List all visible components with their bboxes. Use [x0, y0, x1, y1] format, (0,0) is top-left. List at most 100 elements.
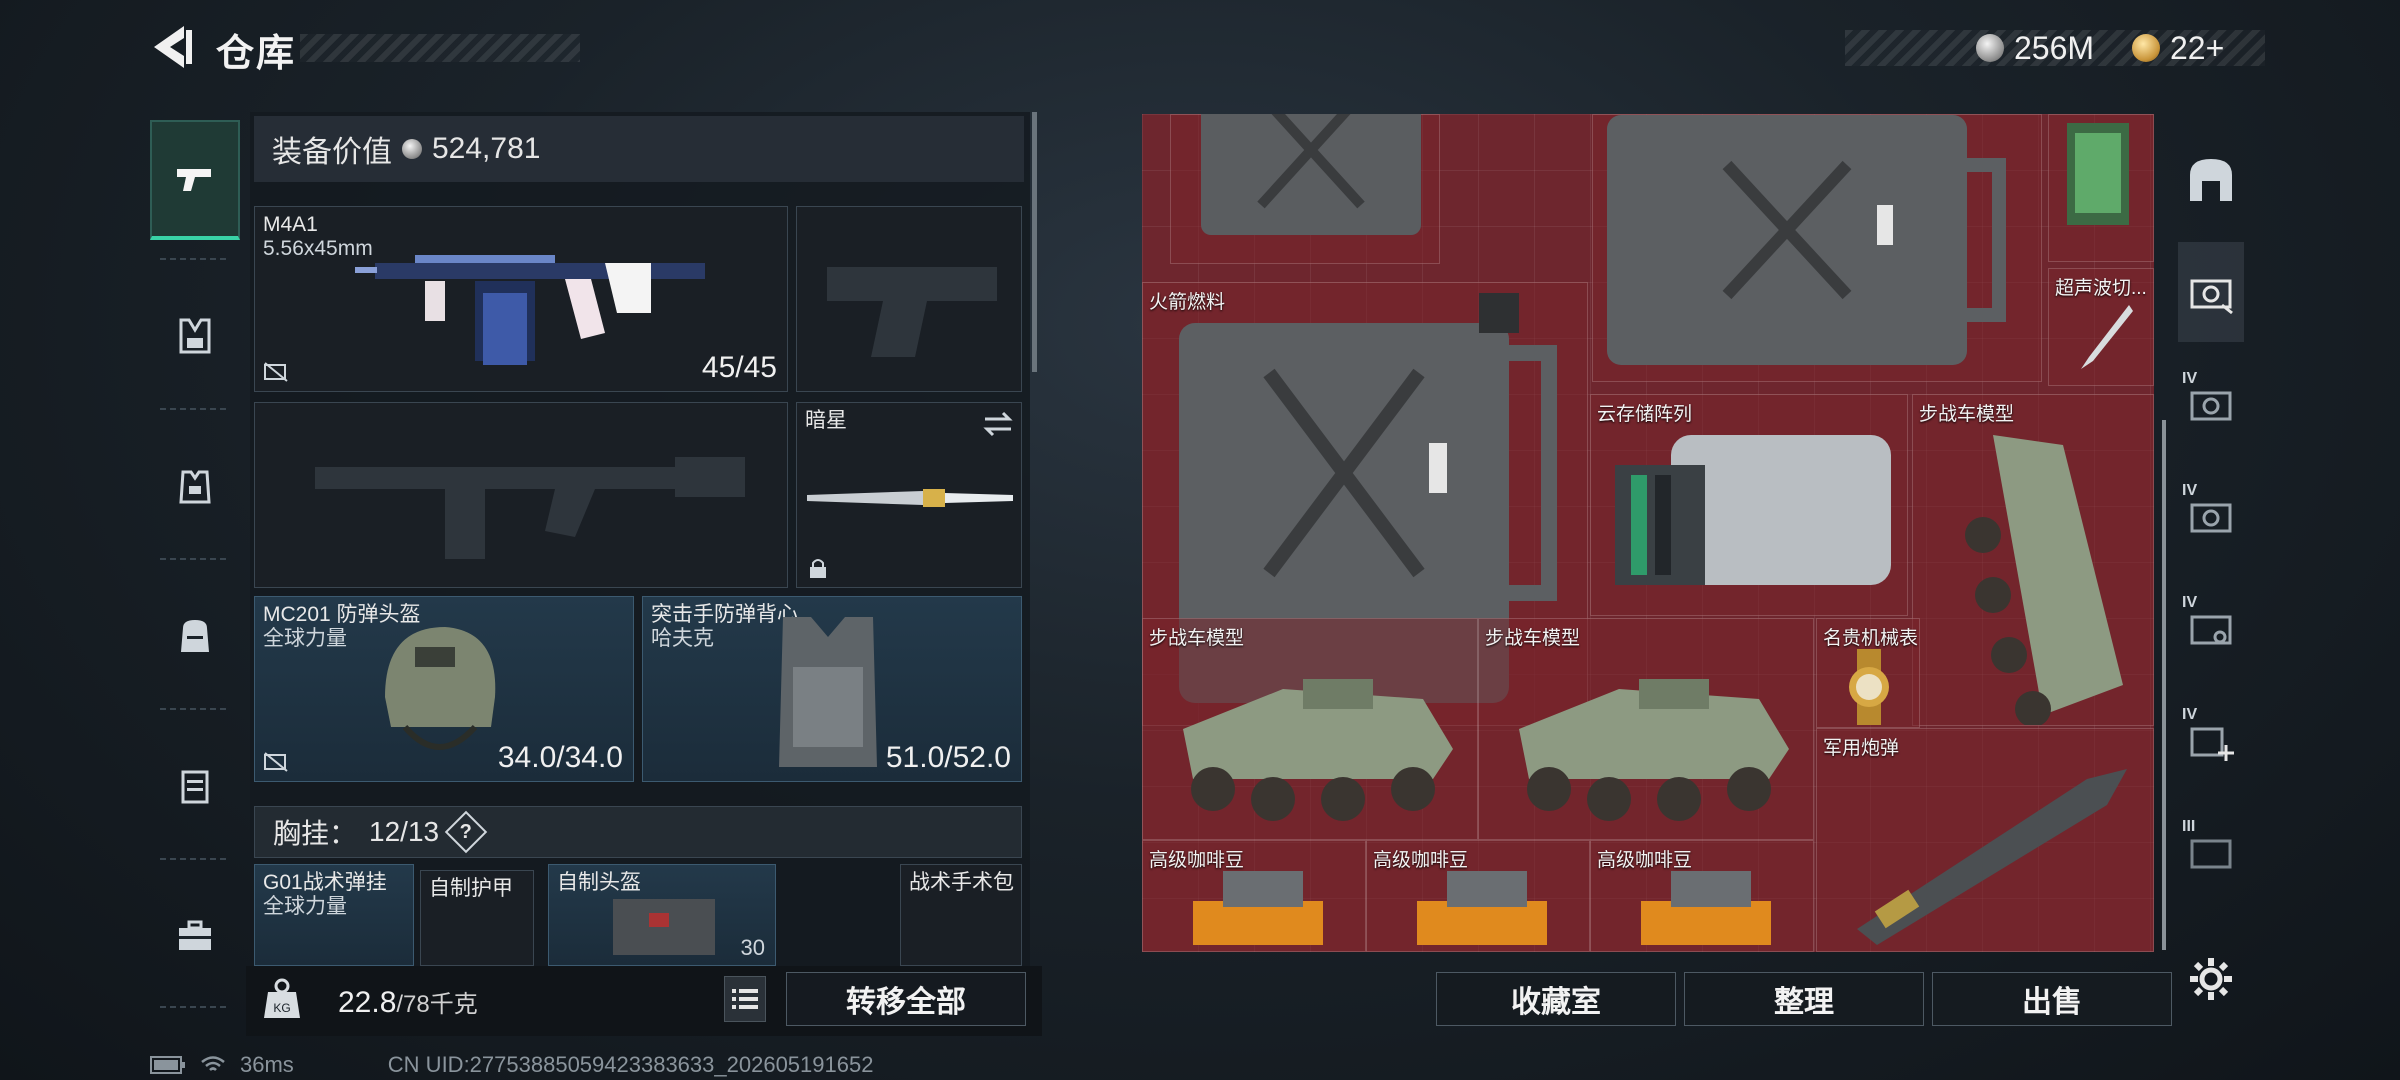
- vest-icon: [179, 470, 211, 504]
- sidearm-slot[interactable]: [796, 206, 1022, 392]
- nav-rig[interactable]: [150, 276, 240, 396]
- item-count: 30: [740, 935, 765, 960]
- item-label: 步战车模型: [1919, 404, 2015, 425]
- stash-tab-4[interactable]: IV: [2178, 578, 2244, 678]
- item-name: 自制护甲: [429, 877, 513, 900]
- gold-amount: 22+: [2170, 29, 2225, 66]
- item-label: 步战车模型: [1149, 628, 1245, 649]
- knife-image: [807, 489, 1013, 507]
- back-button[interactable]: [148, 22, 194, 72]
- melee-name: 暗星: [805, 409, 847, 432]
- sort-button[interactable]: 整理: [1684, 972, 1924, 1026]
- green-device-image: [2067, 123, 2129, 225]
- stash-item-cloud-storage[interactable]: 云存储阵列: [1590, 394, 1908, 616]
- stash-tab-icon: [2190, 279, 2233, 315]
- stash-item-military-shell[interactable]: 军用炮弹: [1816, 728, 2154, 952]
- nav-vest[interactable]: [150, 426, 240, 546]
- nav-toolbox[interactable]: [150, 876, 240, 996]
- collection-room-button[interactable]: 收藏室: [1436, 972, 1676, 1026]
- stash-item-ifv-model[interactable]: 步战车模型: [1142, 618, 1478, 840]
- help-button[interactable]: ?: [444, 810, 488, 854]
- item-label: 名贵机械表: [1823, 628, 1919, 649]
- armor-slot[interactable]: 突击手防弹背心 哈夫克 51.0/52.0: [642, 596, 1022, 782]
- stash-scrollbar[interactable]: [2162, 420, 2166, 950]
- stash-tab-add[interactable]: IV: [2178, 690, 2244, 790]
- primary-weapon-slot[interactable]: M4A1 5.56x45mm 45/45: [254, 206, 788, 392]
- stash-tab-2[interactable]: IV: [2178, 354, 2244, 454]
- ifv-model-image: [1965, 435, 2123, 725]
- coffee-bag-image: [1417, 871, 1547, 945]
- helmet-brand: 全球力量: [263, 627, 347, 650]
- weight-icon[interactable]: KG: [262, 976, 302, 1020]
- wifi-icon: [201, 1056, 225, 1071]
- stash-tabs: IV IV IV IV III: [2178, 112, 2244, 932]
- equipment-value-label: 装备价值: [272, 136, 392, 169]
- stash-item-fuel-can[interactable]: [1170, 114, 1440, 264]
- equipment-value: 524,781: [432, 132, 541, 165]
- chest-rig-item[interactable]: 战术手术包: [900, 864, 1022, 966]
- melee-slot[interactable]: 暗星: [796, 402, 1022, 588]
- helmet-slot[interactable]: MC201 防弹头盔 全球力量 34.0/34.0: [254, 596, 634, 782]
- silver-coin-icon: [402, 139, 422, 159]
- item-label: 高级咖啡豆: [1597, 850, 1693, 871]
- page-title: 仓库: [216, 33, 297, 75]
- item-label: 超声波切...: [2055, 278, 2147, 299]
- vault-icon: [2190, 159, 2232, 201]
- secondary-weapon-slot[interactable]: [254, 402, 788, 588]
- title-decoration: [300, 34, 580, 62]
- stash-item-ultrasonic-cutter[interactable]: 超声波切...: [2048, 268, 2154, 386]
- swap-icon[interactable]: [983, 411, 1013, 437]
- item-label: 高级咖啡豆: [1149, 850, 1245, 871]
- chest-rig-count: 12/13: [369, 816, 440, 847]
- nav-weapons[interactable]: [150, 120, 240, 240]
- ifv-model-image: [1183, 679, 1453, 821]
- weapon-ammo-count: 45/45: [701, 351, 777, 384]
- gold-currency[interactable]: 22+: [2132, 28, 2224, 68]
- chest-rig-item[interactable]: 自制头盔 30: [548, 864, 776, 966]
- stash-item-coffee-beans[interactable]: 高级咖啡豆: [1142, 840, 1366, 952]
- category-nav: [150, 108, 240, 1008]
- weight-current: 22.8: [338, 986, 397, 1019]
- stash-item-device[interactable]: [2048, 114, 2154, 262]
- stash-item-luxury-watch[interactable]: 名贵机械表: [1816, 618, 1920, 728]
- weapon-name: M4A1: [263, 213, 318, 236]
- lock-icon: [810, 559, 826, 578]
- pistol-icon: [177, 169, 211, 191]
- helmet-durability: 34.0/34.0: [497, 741, 623, 774]
- m4a1-rifle-image: [355, 255, 705, 365]
- jerry-can-image: [1607, 115, 2006, 365]
- stash-item-coffee-beans[interactable]: 高级咖啡豆: [1366, 840, 1590, 952]
- silver-coin-icon: [1976, 34, 2004, 62]
- transfer-all-button[interactable]: 转移全部: [786, 972, 1026, 1026]
- chest-rig-label: 胸挂：: [273, 818, 358, 849]
- equipment-scrollbar[interactable]: [1032, 112, 1037, 372]
- vest-image: [779, 617, 877, 767]
- weight-readout: 22.8/78千克: [338, 984, 478, 1020]
- chest-rig-item[interactable]: 自制护甲: [420, 870, 534, 966]
- nav-case[interactable]: [150, 726, 240, 846]
- ifv-model-image: [1519, 679, 1789, 821]
- item-label: 步战车模型: [1485, 628, 1581, 649]
- item-label: 军用炮弹: [1823, 738, 1900, 759]
- silver-amount: 256M: [2014, 29, 2095, 66]
- sell-button[interactable]: 出售: [1932, 972, 2172, 1026]
- stash-item-fuel-can[interactable]: [1592, 114, 2042, 382]
- list-view-button[interactable]: [724, 976, 766, 1022]
- toolbox-icon: [179, 920, 211, 950]
- stash-item-ifv-model[interactable]: 步战车模型: [1478, 618, 1814, 840]
- silver-currency[interactable]: 256M: [1976, 28, 2094, 68]
- stash-item-coffee-beans[interactable]: 高级咖啡豆: [1590, 840, 1814, 952]
- stash-item-ifv-model[interactable]: 步战车模型: [1912, 394, 2154, 726]
- stash-tab-3[interactable]: IV: [2178, 466, 2244, 566]
- nav-bag[interactable]: [150, 576, 240, 696]
- svg-text:KG: KG: [273, 1001, 290, 1015]
- stash-tab-1[interactable]: [2178, 242, 2244, 342]
- settings-gear-icon[interactable]: [2188, 956, 2234, 1002]
- ping-readout: 36ms: [240, 1052, 294, 1077]
- stash-tab-vault[interactable]: [2178, 130, 2244, 230]
- chest-rig-item[interactable]: G01战术弹挂 全球力量: [254, 864, 414, 966]
- item-label: 火箭燃料: [1149, 292, 1226, 313]
- chest-rig-bar: 胸挂： 12/13 ?: [254, 806, 1022, 858]
- stash-tab-5[interactable]: III: [2178, 802, 2244, 902]
- gold-coin-icon: [2132, 34, 2160, 62]
